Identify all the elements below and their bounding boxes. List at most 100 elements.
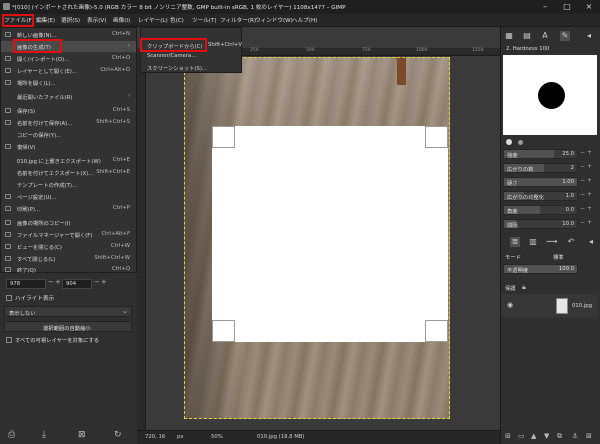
save-icon: [5, 108, 11, 113]
pattern-tab-icon[interactable]: ▤: [522, 31, 532, 41]
slider-angle-buttons[interactable]: − +: [580, 205, 598, 212]
menu-item-revert[interactable]: 復帰(V): [1, 141, 136, 152]
layer-name[interactable]: 010.jpg: [572, 303, 592, 309]
photo-table-leg: [397, 57, 406, 85]
paint-tab-icon[interactable]: ✎: [560, 31, 570, 41]
restore-options-icon[interactable]: ⤓: [42, 430, 46, 440]
menu-item-show-in-file-manager[interactable]: ファイルマネージャーで開く(F) Ctrl+Alt+F: [1, 229, 136, 240]
highlight-checkbox[interactable]: [6, 295, 12, 301]
brush-tiny-circle-icon[interactable]: [518, 140, 523, 145]
paths-tab-icon[interactable]: ⟿: [546, 237, 557, 247]
menu-item-copy-location[interactable]: 画像の場所のコピー(I): [1, 217, 136, 228]
slider-spread-balance-buttons[interactable]: − +: [580, 191, 598, 198]
decrement-icon[interactable]: −: [48, 278, 54, 286]
decrement-icon[interactable]: −: [94, 278, 100, 286]
brush-small-circle-icon[interactable]: [506, 139, 512, 145]
menu-item-save-as[interactable]: 名前を付けて保存(A)... Shift+Ctrl+S: [1, 117, 136, 128]
increment-icon[interactable]: +: [101, 278, 107, 286]
menu-filters[interactable]: フィルター(R): [220, 16, 256, 24]
close-view-icon: [5, 244, 11, 249]
menu-colors[interactable]: 色(C): [170, 16, 184, 24]
width-field[interactable]: 978: [6, 279, 46, 289]
close-icon[interactable]: ×: [578, 0, 600, 14]
selection-handle-bottom-right[interactable]: [425, 320, 448, 342]
menu-item-page-setup[interactable]: ページ設定(U)...: [1, 191, 136, 202]
menu-item-close-all[interactable]: すべて閉じる(L) Shift+Ctrl+W: [1, 253, 136, 264]
slider-hardness[interactable]: 硬さ 1.00: [503, 177, 578, 187]
menu-item-close-view[interactable]: ビューを閉じる(C) Ctrl+W: [1, 241, 136, 252]
menu-item-scanner[interactable]: Scanner/Camera...: [141, 51, 241, 62]
raise-layer-icon[interactable]: ▲: [531, 432, 536, 440]
menu-item-create-template[interactable]: テンプレートの作成(T)...: [1, 179, 136, 190]
brush-name: 2. Hardness 100: [506, 46, 550, 52]
delete-layer-icon[interactable]: ⊠: [586, 432, 592, 440]
selection-handle-top-left[interactable]: [212, 126, 235, 148]
unit-select[interactable]: px: [177, 434, 184, 440]
opacity-slider[interactable]: 不透明度 100.0: [503, 264, 578, 274]
menu-tools[interactable]: ツール(T): [192, 16, 217, 24]
menu-item-screenshot[interactable]: スクリーンショット(S)...: [141, 62, 241, 73]
brush-tab-icon[interactable]: ▦: [504, 31, 514, 41]
menu-item-print[interactable]: 印刷(P)... Ctrl+P: [1, 203, 136, 214]
layers-tab-icon[interactable]: ≣: [510, 237, 520, 247]
menu-select[interactable]: 選択(S): [61, 16, 80, 24]
lock-icon[interactable]: 🔒︎: [522, 283, 526, 292]
selection-handle-top-right[interactable]: [425, 126, 448, 148]
slider-spacing[interactable]: 間隔 10.0: [503, 219, 578, 229]
dock-menu-icon[interactable]: ◂: [586, 237, 596, 247]
menu-item-recent[interactable]: 最近開いたファイル(R) ›: [1, 91, 136, 102]
slider-hardness-buttons[interactable]: − +: [580, 177, 598, 184]
all-layers-checkbox[interactable]: [6, 337, 12, 343]
minimize-icon[interactable]: –: [534, 0, 556, 14]
menu-item-save-copy[interactable]: コピーの保存(Y)...: [1, 129, 136, 140]
new-layer-icon[interactable]: ⊞: [505, 432, 511, 440]
eye-icon[interactable]: ◉: [507, 301, 513, 309]
delete-options-icon[interactable]: ⊠: [78, 430, 86, 440]
ruler-tick-label: 750: [362, 48, 371, 53]
dock-menu-icon[interactable]: ◂: [584, 31, 594, 41]
zoom-select[interactable]: 50%: [211, 434, 223, 440]
menu-view[interactable]: 表示(V): [87, 16, 106, 24]
slider-spread-balance[interactable]: 広がりの均整化 1.0: [503, 191, 578, 201]
slider-angle[interactable]: 角度 0.0: [503, 205, 578, 215]
reset-options-icon[interactable]: ↻: [114, 430, 122, 440]
statusbar: 720, 16 px 50% 010.jpg (18.8 MB): [137, 430, 500, 444]
slider-strength-buttons[interactable]: − +: [580, 149, 598, 156]
menu-help[interactable]: ヘルプ(H): [292, 16, 317, 24]
vertical-ruler: [137, 48, 146, 430]
new-group-icon[interactable]: ▭: [518, 432, 525, 440]
menu-image[interactable]: 画像(I): [113, 16, 130, 24]
duplicate-layer-icon[interactable]: ⧉: [557, 432, 562, 441]
guides-select[interactable]: 表示しない ⌄: [4, 306, 132, 317]
selection-handle-bottom-left[interactable]: [212, 320, 235, 342]
increment-icon[interactable]: +: [55, 278, 61, 286]
mode-label: モード: [505, 255, 521, 261]
menu-windows[interactable]: ウィンドウ(W): [255, 16, 293, 24]
undo-tab-icon[interactable]: ↶: [566, 237, 576, 247]
menu-edit[interactable]: 編集(E): [36, 16, 55, 24]
menu-layer[interactable]: レイヤー(L): [138, 16, 168, 24]
mode-select[interactable]: 標準: [553, 253, 564, 261]
menu-item-open-location[interactable]: 場所を開く(L)...: [1, 77, 136, 88]
brushes-tabbar: ▦ ▤ A ✎ ◂: [502, 31, 598, 43]
height-field[interactable]: 904: [62, 279, 92, 289]
slider-spread-buttons[interactable]: − +: [580, 163, 598, 170]
font-tab-icon[interactable]: A: [540, 31, 550, 41]
menu-item-export-to[interactable]: 010.jpg に上書きエクスポート(W) Ctrl+E: [1, 155, 136, 166]
menu-item-open-as-layers[interactable]: レイヤーとして開く(E)... Ctrl+Alt+O: [1, 65, 136, 76]
slider-strength[interactable]: 強度 25.0: [503, 149, 578, 159]
menu-item-save[interactable]: 保存(S) Ctrl+S: [1, 105, 136, 116]
submenu-arrow-icon: ›: [127, 93, 130, 99]
menu-item-open[interactable]: 開く/インポート(O)... Ctrl+O: [1, 53, 136, 64]
lower-layer-icon[interactable]: ▼: [544, 432, 549, 440]
save-options-icon[interactable]: ⎙: [8, 430, 15, 440]
pointer-coords: 720, 16: [145, 434, 166, 440]
anchor-icon[interactable]: ⚓︎: [572, 432, 578, 440]
maximize-icon[interactable]: □: [556, 0, 578, 14]
slider-spread[interactable]: 広がりの数 2: [503, 163, 578, 173]
menu-item-export-as[interactable]: 名前を付けてエクスポート(X)... Shift+Ctrl+E: [1, 167, 136, 178]
autoshrink-button[interactable]: 選択範囲の自動縮小: [4, 321, 132, 332]
slider-spacing-buttons[interactable]: − +: [580, 219, 598, 226]
location-icon: [5, 80, 11, 85]
channels-tab-icon[interactable]: ▥: [528, 237, 538, 247]
